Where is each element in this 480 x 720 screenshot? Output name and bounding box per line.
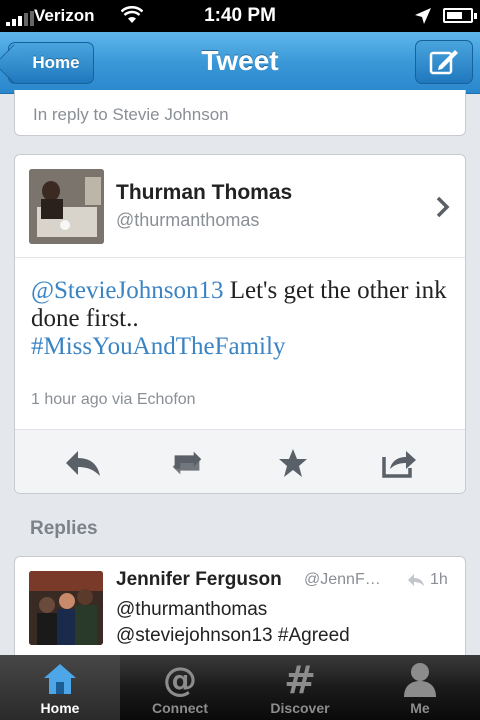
tab-label: Connect [152, 700, 208, 716]
tweet-mention-link[interactable]: @StevieJohnson13 [31, 277, 223, 304]
tweet-text: @StevieJohnson13 Let's get the other ink… [31, 277, 451, 361]
share-icon [382, 451, 416, 478]
reply-author-avatar[interactable] [29, 571, 103, 645]
at-icon: @ [160, 661, 200, 697]
compose-icon [429, 50, 458, 75]
tweet-hashtag-link[interactable]: #MissYouAndTheFamily [31, 333, 285, 360]
tab-label: Discover [270, 700, 330, 716]
retweet-icon [172, 451, 202, 475]
status-bar: Verizon 1:40 PM [0, 0, 480, 32]
svg-text:@: @ [163, 661, 197, 697]
reply-author-handle: @JennF… [304, 571, 381, 588]
reply-button[interactable] [63, 446, 103, 480]
reply-arrow-icon [408, 574, 424, 586]
reply-author-name: Jennifer Ferguson [116, 569, 282, 590]
tweet-author-row[interactable]: Thurman Thomas @thurmanthomas [15, 155, 465, 258]
tab-connect[interactable]: @ Connect [120, 655, 240, 720]
person-icon [400, 661, 440, 697]
back-button[interactable]: Home [8, 42, 94, 84]
favorite-button[interactable] [273, 446, 313, 480]
hash-icon: # [280, 661, 320, 697]
reply-text-line: @thurmanthomas [116, 599, 268, 620]
reply-time: 1h [430, 571, 448, 588]
clock: 1:40 PM [204, 5, 276, 26]
tab-label: Me [410, 700, 430, 716]
share-button[interactable] [379, 446, 419, 480]
retweet-button[interactable] [167, 446, 207, 480]
svg-text:#: # [284, 661, 316, 697]
in-reply-to-card[interactable]: In reply to Stevie Johnson [14, 90, 466, 136]
reply-icon [66, 451, 100, 476]
chevron-right-icon [436, 196, 450, 218]
tab-home[interactable]: Home [0, 655, 120, 720]
tweet-card: Thurman Thomas @thurmanthomas @StevieJoh… [14, 154, 466, 494]
tab-discover[interactable]: # Discover [240, 655, 360, 720]
tweet-meta: 1 hour ago via Echofon [31, 391, 196, 408]
navigation-bar: Home Tweet [0, 32, 480, 94]
tab-label: Home [40, 700, 80, 716]
reply-list-item[interactable]: Jennifer Ferguson @JennF… 1h @thurmantho… [14, 556, 466, 666]
author-handle: @thurmanthomas [116, 210, 260, 230]
tab-me[interactable]: Me [360, 655, 480, 720]
home-icon [40, 661, 80, 697]
replies-heading: Replies [30, 518, 98, 539]
reply-text: @thurmanthomas @steviejohnson13 #Agreed [116, 597, 456, 649]
tweet-actions-bar [15, 429, 465, 493]
author-name: Thurman Thomas [116, 181, 293, 204]
reply-text-line: @steviejohnson13 #Agreed [116, 625, 350, 646]
battery-fill [447, 12, 462, 19]
in-reply-to-text: In reply to Stevie Johnson [33, 105, 229, 124]
compose-button[interactable] [415, 40, 473, 84]
tab-bar: Home @ Connect # Discover Me [0, 655, 480, 720]
location-arrow-icon [415, 8, 431, 24]
battery-icon [443, 8, 477, 23]
author-avatar[interactable] [29, 169, 104, 244]
star-icon [279, 449, 307, 477]
